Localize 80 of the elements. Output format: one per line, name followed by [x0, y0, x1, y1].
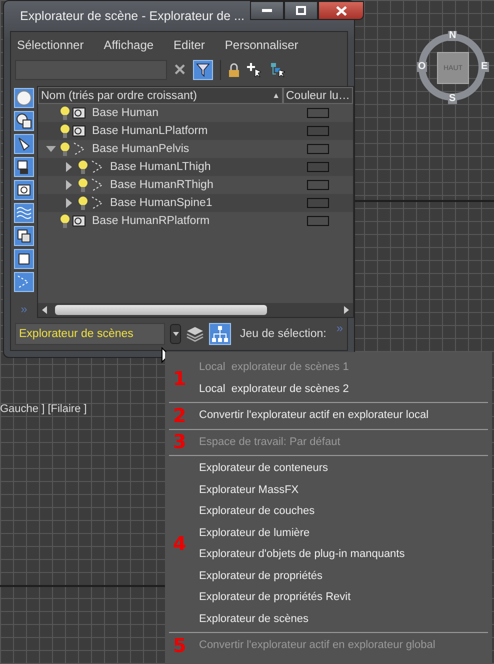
scroll-left-icon[interactable]: [42, 306, 47, 314]
light-filter-button[interactable]: [14, 134, 34, 154]
object-name[interactable]: Base HumanRThigh: [110, 179, 214, 191]
light-bulb-icon[interactable]: [60, 214, 70, 228]
collapsed-arrow-icon[interactable]: [66, 162, 72, 172]
collapsed-arrow-icon[interactable]: [66, 180, 72, 190]
light-bulb-icon[interactable]: [60, 106, 70, 120]
light-bulb-icon[interactable]: [60, 124, 70, 138]
menu-option[interactable]: Explorateur d'objets de plug-in manquants: [199, 544, 405, 566]
color-swatch[interactable]: [306, 162, 329, 172]
geometry-icon: [16, 90, 32, 106]
shapes-icon: [16, 113, 32, 129]
object-name[interactable]: Base HumanRPlatform: [92, 215, 210, 227]
group-icon: [16, 228, 32, 244]
camera-filter-button[interactable]: [14, 157, 34, 177]
group-filter-button[interactable]: [14, 226, 34, 246]
expanded-arrow-icon[interactable]: [46, 146, 56, 152]
layers-icon[interactable]: [186, 326, 204, 342]
step-number: 2: [173, 406, 187, 426]
hierarchy-cursor-icon[interactable]: [270, 62, 286, 78]
bone-icon: [72, 142, 86, 156]
color-swatch[interactable]: [306, 180, 329, 190]
light-bulb-icon[interactable]: [60, 142, 70, 156]
object-name[interactable]: Base Human: [92, 107, 158, 119]
light-bulb-icon[interactable]: [78, 196, 88, 210]
menu-item[interactable]: Affichage: [104, 38, 154, 52]
window-title: Explorateur de scène - Explorateur de ...: [20, 9, 244, 23]
menu-option[interactable]: Explorateur MassFX: [199, 480, 405, 501]
menu-option[interactable]: Explorateur de scènes: [199, 608, 405, 630]
column-header[interactable]: Couleur lu…: [283, 87, 353, 104]
menu-option[interactable]: Explorateur de propriétés: [199, 566, 405, 587]
scroll-right-icon[interactable]: [344, 306, 349, 314]
bone-icon: [90, 160, 104, 174]
step-number: 3: [173, 432, 187, 452]
color-swatch[interactable]: [306, 108, 329, 118]
filter-button[interactable]: [192, 60, 213, 80]
menu-option[interactable]: Explorateur de propriétés Revit: [199, 587, 405, 608]
close-icon: [336, 6, 347, 16]
maximize-button[interactable]: [284, 1, 318, 20]
minimize-icon: [262, 8, 272, 12]
menu-option[interactable]: Explorateur de couches: [199, 501, 405, 522]
clear-search-button[interactable]: ×: [174, 61, 186, 79]
color-swatch[interactable]: [306, 198, 329, 208]
close-button[interactable]: [318, 1, 364, 20]
dropdown-button[interactable]: [170, 324, 181, 344]
hierarchy-button[interactable]: [209, 323, 231, 345]
caret-icon: [172, 332, 178, 336]
menu-item[interactable]: Editer: [174, 38, 205, 52]
menu-option[interactable]: Convertir l'explorateur actif en explorateur local: [199, 405, 429, 426]
maximize-icon: [296, 6, 306, 15]
add-cursor-icon[interactable]: [246, 62, 263, 78]
step-number: 5: [173, 636, 187, 656]
bone-icon: [90, 196, 104, 210]
lock-icon[interactable]: [228, 62, 240, 78]
object-name[interactable]: Base HumanPelvis: [92, 143, 190, 155]
explorer-dropdown[interactable]: Explorateur de scènes: [15, 323, 165, 345]
shapes-filter-button[interactable]: [14, 111, 34, 131]
color-swatch[interactable]: [306, 144, 329, 154]
helper-icon: [16, 182, 32, 198]
step-number: 1: [173, 368, 187, 388]
scrollbar-thumb[interactable]: [55, 305, 267, 315]
step-number: 4: [173, 534, 187, 554]
color-swatch[interactable]: [306, 126, 329, 136]
menu-option[interactable]: Local explorateur de scènes 2: [199, 378, 349, 400]
menu-option[interactable]: Explorateur de lumière: [199, 522, 405, 544]
selection-set-label: Jeu de sélection:: [240, 328, 326, 340]
light-bulb-icon[interactable]: [78, 178, 88, 192]
menu-item[interactable]: Sélectionner: [17, 38, 84, 52]
collapsed-arrow-icon[interactable]: [66, 198, 72, 208]
light-bulb-icon[interactable]: [78, 160, 88, 174]
helper-filter-button[interactable]: [14, 180, 34, 200]
spacewarp-icon: [16, 205, 32, 221]
viewport-label: Gauche ] [Filaire ]: [0, 403, 87, 415]
bone-icon: [90, 178, 104, 192]
frozen-filter-button[interactable]: [14, 249, 34, 269]
minimize-button[interactable]: [250, 1, 284, 20]
menu-item[interactable]: Personnaliser: [224, 38, 298, 52]
color-swatch[interactable]: [306, 216, 329, 226]
column-header[interactable]: Nom (triés par ordre croissant) ▲: [38, 87, 283, 104]
menu-option[interactable]: Explorateur de conteneurs: [199, 458, 405, 480]
